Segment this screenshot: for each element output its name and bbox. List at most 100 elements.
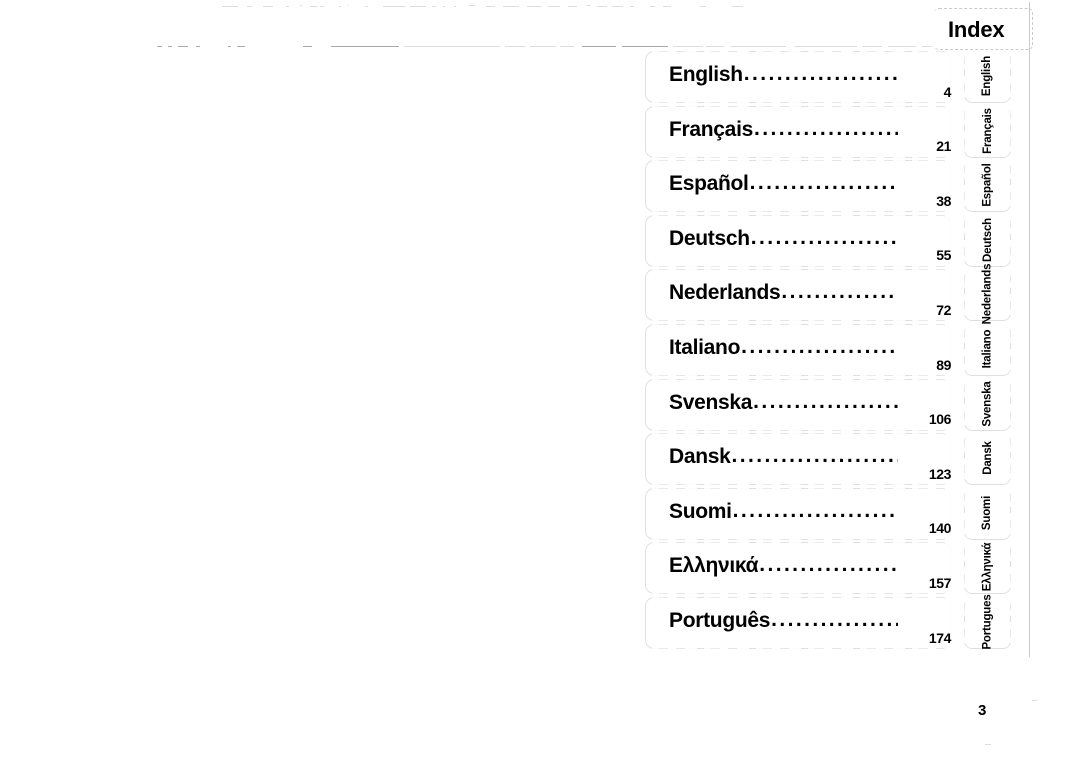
index-entry-line: Deutsch.................................… <box>669 225 898 255</box>
index-entry[interactable]: Dansk...................................… <box>645 431 951 486</box>
language-tab[interactable]: Portugues <box>964 594 1011 650</box>
index-entry-page-number: 38 <box>936 192 951 209</box>
scan-artifact <box>443 6 445 7</box>
index-entry-language: Deutsch <box>669 226 750 250</box>
index-entry-line: Português...............................… <box>669 607 898 637</box>
language-tab-label: Suomi <box>981 495 994 530</box>
scan-artifact <box>560 46 574 47</box>
index-entry[interactable]: Ελληνικά................................… <box>645 540 951 595</box>
index-entry-line: Svenska.................................… <box>669 389 898 419</box>
language-tab-label: Deutsch <box>981 217 994 262</box>
scan-artifact <box>582 46 616 47</box>
language-tab[interactable]: Español <box>964 158 1011 213</box>
index-entry-leader-dots: ........................................… <box>753 389 898 413</box>
scan-artifact <box>410 6 426 7</box>
scan-artifact <box>597 6 607 7</box>
language-tab-label-wrap: Italiano <box>964 322 1011 376</box>
scan-artifact <box>486 6 495 7</box>
index-entry-leader-dots: ........................................… <box>759 553 898 577</box>
scan-artifact <box>469 5 475 6</box>
scan-artifact <box>663 6 671 7</box>
index-entry-language: English <box>669 63 743 86</box>
index-entry-page-number: 157 <box>928 574 952 591</box>
index-entry-page-number: 140 <box>928 520 952 537</box>
language-tab[interactable]: Français <box>964 104 1011 159</box>
index-entry[interactable]: Nederlands..............................… <box>645 267 951 322</box>
index-entry-leader-dots: ........................................… <box>771 607 898 631</box>
page-title: Index <box>948 17 1005 42</box>
language-tab-label-wrap: Portugues <box>964 594 1011 649</box>
scan-artifact <box>706 46 724 47</box>
language-tab-label-wrap: Deutsch <box>964 213 1011 267</box>
scan-artifact <box>922 46 932 47</box>
scan-artifact <box>310 6 317 7</box>
index-entry-leader-dots: ........................................… <box>750 225 898 249</box>
index-entry-line: Italiano................................… <box>669 334 898 364</box>
scanned-index-page: Index English...........................… <box>0 0 1080 761</box>
language-tab-label: Nederlands <box>981 264 994 325</box>
index-entry-line: Suomi...................................… <box>669 499 898 528</box>
scan-artifact <box>587 5 591 6</box>
scan-artifact <box>454 6 456 7</box>
language-tab-label: Ελληνικά <box>981 543 994 592</box>
scan-artifact <box>300 5 302 6</box>
scan-artifact <box>732 6 743 7</box>
scan-artifact <box>168 46 172 47</box>
scan-artifact <box>505 46 525 47</box>
index-entry[interactable]: English.................................… <box>645 49 951 104</box>
language-tab-label: English <box>981 55 994 97</box>
index-entry[interactable]: Deutsch.................................… <box>645 213 951 268</box>
index-entry-list: English.................................… <box>645 49 951 650</box>
tab-rail-divider <box>1029 2 1030 657</box>
language-tab-label-wrap: Svenska <box>964 377 1011 431</box>
index-entry[interactable]: Português...............................… <box>645 595 951 650</box>
scan-artifact <box>237 46 245 47</box>
language-tab-label-wrap: Dansk <box>964 431 1011 485</box>
scan-artifact <box>568 6 577 7</box>
scan-artifact <box>196 46 200 47</box>
index-entry[interactable]: Español.................................… <box>645 158 951 213</box>
language-tab[interactable]: Italiano <box>964 322 1011 377</box>
index-entry-page-number: 89 <box>936 356 951 373</box>
language-tab-label-wrap: Español <box>964 158 1011 212</box>
index-entry-page-number: 55 <box>936 247 951 264</box>
scan-artifact <box>339 6 341 7</box>
index-entry-line: Español.................................… <box>669 171 898 200</box>
language-tab-column: English Français Español Deutsch Nederlands I… <box>964 49 1011 650</box>
language-tab[interactable]: Deutsch <box>964 213 1011 268</box>
index-entry-page-number: 4 <box>943 83 952 100</box>
index-entry-leader-dots: ........................................… <box>781 280 898 304</box>
language-tab[interactable]: Dansk <box>964 431 1011 486</box>
language-tab[interactable]: Suomi <box>964 486 1011 541</box>
language-tab[interactable]: Nederlands <box>964 264 1011 325</box>
page-number: 3 <box>978 702 987 719</box>
scan-artifact <box>985 744 991 745</box>
language-tab[interactable]: Svenska <box>964 377 1011 432</box>
index-entry-line: Dansk...................................… <box>669 444 898 473</box>
scan-artifact <box>331 46 399 47</box>
index-entry-line: Nederlands..............................… <box>669 280 898 309</box>
scan-artifact <box>303 46 312 47</box>
index-entry-language: Svenska <box>669 390 753 414</box>
language-tab[interactable]: English <box>964 49 1011 104</box>
index-entry[interactable]: Svenska.................................… <box>645 377 951 432</box>
index-entry-leader-dots: ........................................… <box>743 62 898 85</box>
index-entry-language: Dansk <box>669 445 731 469</box>
index-entry-leader-dots: ........................................… <box>741 334 898 358</box>
scan-artifact <box>228 46 231 47</box>
index-entry-language: Português <box>669 608 771 632</box>
scan-artifact <box>222 6 238 7</box>
language-tab-label-wrap: English <box>964 49 1011 103</box>
index-entry[interactable]: Suomi...................................… <box>645 486 951 541</box>
scan-artifact <box>673 46 703 47</box>
language-tab[interactable]: Ελληνικά <box>964 540 1011 595</box>
index-entry-leader-dots: ........................................… <box>749 171 898 195</box>
index-entry[interactable]: Français................................… <box>645 104 951 159</box>
scan-artifact <box>862 46 882 47</box>
scan-artifact <box>612 6 623 7</box>
scan-artifact <box>348 5 349 6</box>
scan-artifact <box>622 46 668 47</box>
index-entry[interactable]: Italiano................................… <box>645 322 951 377</box>
language-tab-label-wrap: Français <box>964 104 1011 158</box>
scan-artifact <box>178 46 188 47</box>
